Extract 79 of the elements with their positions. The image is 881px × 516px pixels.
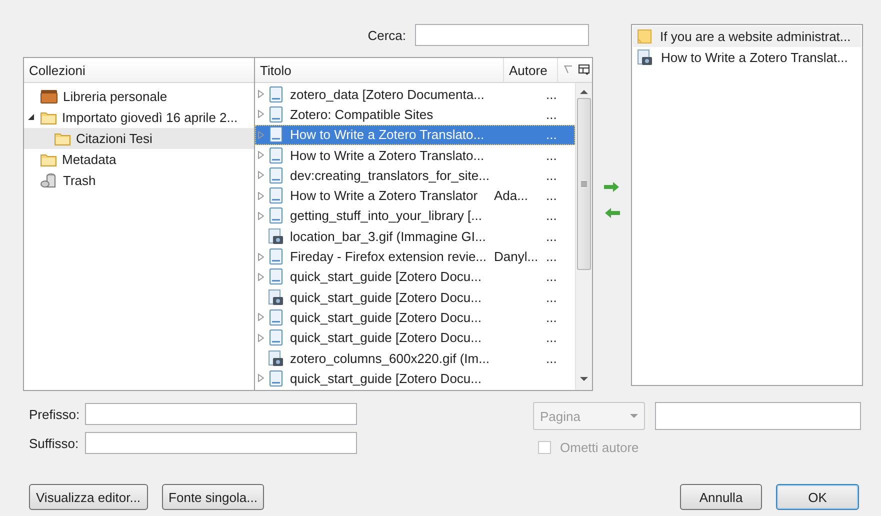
document-icon	[269, 370, 283, 387]
collapsed-triangle-icon[interactable]	[258, 171, 264, 180]
right-arrow-icon[interactable]	[604, 182, 620, 192]
collapsed-triangle-icon[interactable]	[258, 110, 264, 118]
document-icon	[269, 268, 283, 286]
collapsed-triangle-icon[interactable]	[258, 374, 264, 382]
item-row[interactable]: zotero_data [Zotero Documenta... ...	[255, 84, 575, 104]
image-attachment-icon	[268, 228, 284, 245]
search-label: Cerca:	[368, 28, 406, 42]
document-icon	[269, 106, 283, 123]
column-header[interactable]: Titolo	[255, 58, 504, 82]
item-row[interactable]: Zotero: Compatible Sites ...	[255, 104, 575, 125]
document-icon	[269, 126, 283, 144]
collapsed-triangle-icon[interactable]	[258, 130, 264, 139]
item-row[interactable]: How to Write a Zotero Translato... ...	[255, 144, 575, 166]
item-row[interactable]: zotero_columns_600x220.gif (Im... ...	[255, 348, 575, 368]
citation-item[interactable]: How to Write a Zotero Translat...	[633, 47, 861, 68]
collection-item[interactable]: Metadata	[24, 149, 254, 170]
document-icon	[269, 166, 283, 184]
column-picker-icon[interactable]	[578, 64, 590, 76]
item-row[interactable]: location_bar_3.gif (Immagine GI... ...	[255, 226, 575, 246]
collection-item[interactable]: Importato giovedì 16 aprile 2...	[24, 107, 254, 128]
column-header[interactable]: Autore	[504, 58, 558, 82]
collapsed-triangle-icon[interactable]	[258, 151, 264, 160]
collapsed-triangle-icon[interactable]	[258, 313, 264, 322]
suffix-field[interactable]	[85, 432, 357, 454]
collapsed-triangle-icon[interactable]	[258, 252, 264, 261]
prefix-label: Prefisso:	[29, 406, 81, 422]
prefix-field[interactable]	[85, 403, 357, 425]
citation-item[interactable]: If you are a website administrat...	[633, 26, 861, 47]
scrollbar[interactable]	[575, 83, 592, 390]
document-icon	[269, 248, 283, 266]
collapsed-triangle-icon[interactable]	[258, 192, 264, 200]
collapsed-triangle-icon[interactable]	[258, 334, 264, 342]
search-field[interactable]	[415, 24, 589, 46]
collapsed-triangle-icon[interactable]	[258, 90, 264, 98]
dialog-button[interactable]: OK	[776, 484, 859, 510]
collection-item[interactable]: Libreria personale	[24, 86, 254, 107]
scroll-up-icon[interactable]	[580, 89, 588, 94]
image-attachment-icon	[637, 49, 653, 66]
dialog-button[interactable]: Fonte singola...	[162, 484, 264, 510]
document-icon	[269, 329, 283, 346]
document-icon	[269, 146, 283, 164]
collapsed-triangle-icon[interactable]	[258, 212, 264, 220]
library-icon	[40, 89, 58, 104]
left-arrow-icon[interactable]	[604, 208, 620, 218]
item-row[interactable]: getting_stuff_into_your_library [... ...	[255, 206, 575, 226]
collapsed-triangle-icon[interactable]	[258, 272, 264, 281]
document-icon	[269, 207, 283, 224]
document-icon	[269, 308, 283, 326]
document-icon	[269, 86, 283, 103]
item-row[interactable]: quick_start_guide [Zotero Docu... ...	[255, 266, 575, 287]
item-row[interactable]: quick_start_guide [Zotero Docu... ...	[255, 328, 575, 348]
folder-icon	[54, 132, 71, 146]
item-row[interactable]: quick_start_guide [Zotero Docu... ...	[255, 307, 575, 328]
locator-field[interactable]	[655, 402, 861, 430]
item-row[interactable]: quick_start_guide [Zotero Docu... ...	[255, 286, 575, 308]
checkbox-label: Ometti autore	[560, 440, 639, 455]
scroll-down-icon[interactable]	[580, 377, 588, 382]
sort-icon[interactable]	[563, 65, 573, 75]
collection-item[interactable]: Trash	[24, 170, 254, 191]
grip-icon[interactable]	[581, 181, 587, 187]
trash-icon	[40, 172, 58, 188]
image-attachment-icon	[268, 350, 284, 366]
image-attachment-icon	[268, 288, 284, 306]
document-icon	[269, 187, 283, 204]
folder-icon	[40, 152, 57, 166]
item-row[interactable]: dev:creating_translators_for_site... ...	[255, 165, 575, 186]
note-icon	[637, 29, 652, 44]
expanded-triangle-icon[interactable]	[28, 114, 35, 121]
item-row[interactable]: How to Write a Zotero Translator Ada... ...	[255, 185, 575, 206]
item-row[interactable]: quick_start_guide [Zotero Docu...	[255, 368, 575, 388]
dialog-button[interactable]: Visualizza editor...	[29, 484, 148, 510]
item-row[interactable]: Fireday - Firefox extension revie... Danyl... ...	[255, 246, 575, 267]
item-row[interactable]: How to Write a Zotero Translato... ...	[255, 124, 575, 145]
dialog-button[interactable]: Annulla	[680, 484, 762, 510]
suffix-label: Suffisso:	[29, 436, 80, 450]
folder-icon	[40, 110, 57, 124]
collection-item[interactable]: Citazioni Tesi	[24, 128, 254, 149]
